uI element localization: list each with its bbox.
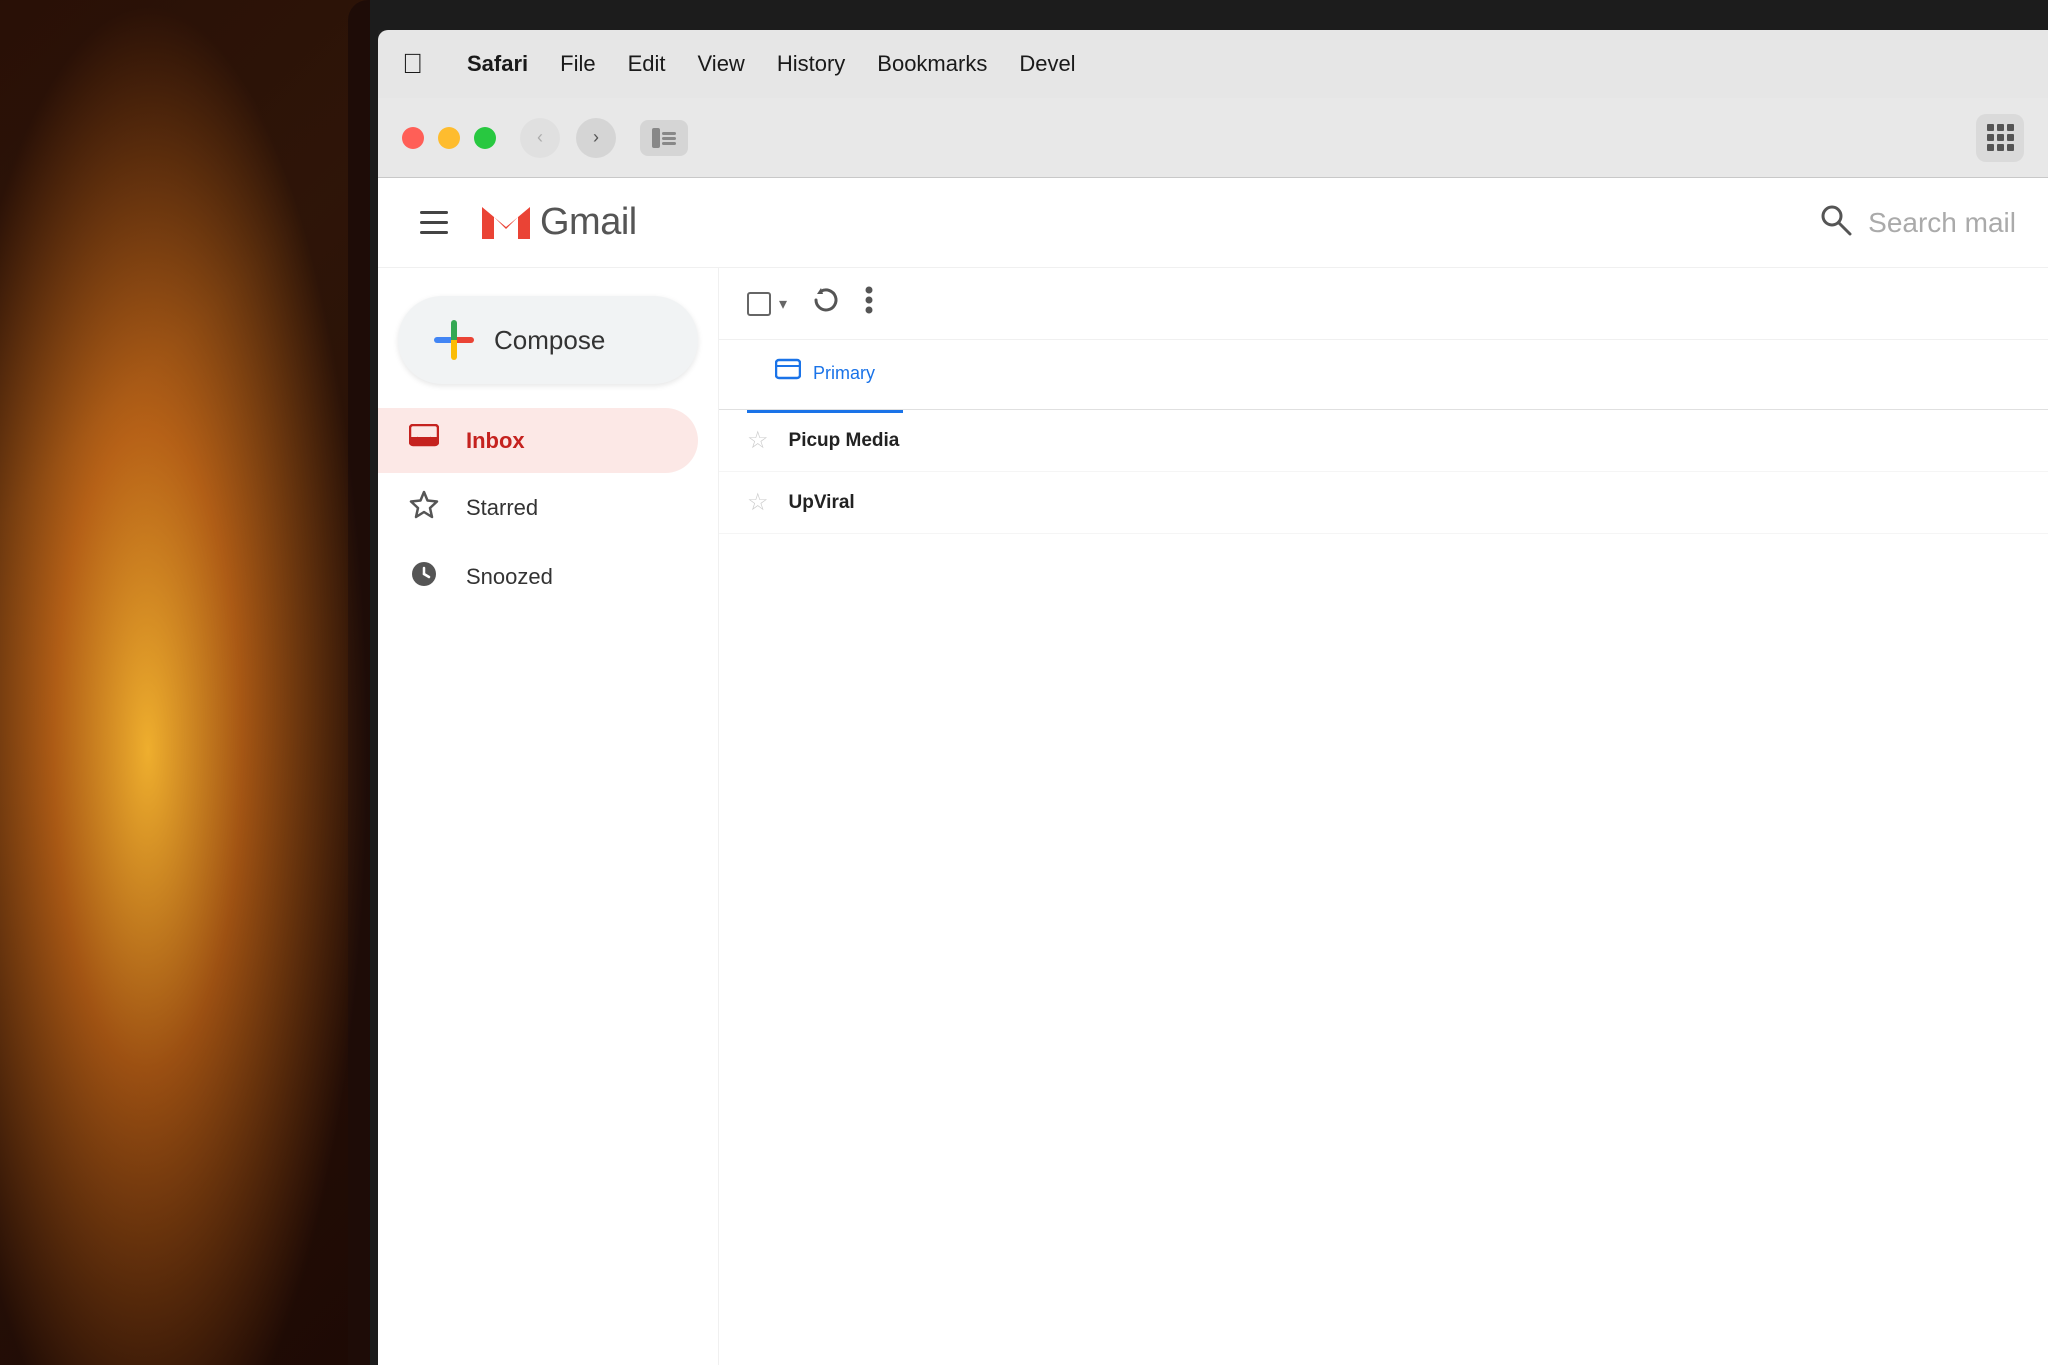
- browser-toolbar: ‹ ›: [378, 98, 2048, 178]
- email-row[interactable]: ☆ UpViral: [719, 472, 2048, 534]
- sidebar-item-snoozed[interactable]: Snoozed: [378, 542, 698, 611]
- hamburger-line: [420, 211, 448, 214]
- compose-label: Compose: [494, 325, 605, 356]
- refresh-button[interactable]: [811, 285, 841, 322]
- gmail-header: Gmail Search mail: [378, 178, 2048, 268]
- gmail-body: Compose Inbox: [378, 268, 2048, 1365]
- primary-tab-icon: [775, 357, 801, 390]
- menu-devel[interactable]: Devel: [1003, 45, 1091, 83]
- hamburger-line: [420, 231, 448, 234]
- select-all-checkbox[interactable]: ▾: [747, 292, 787, 316]
- email-sender: UpViral: [789, 492, 969, 514]
- email-rows: ☆ Picup Media ☆ UpViral: [719, 410, 2048, 534]
- inbox-label: Inbox: [466, 428, 525, 454]
- hamburger-menu-button[interactable]: [410, 197, 462, 249]
- email-sender: Picup Media: [789, 430, 969, 452]
- sidebar-item-starred[interactable]: Starred: [378, 473, 698, 542]
- clock-icon: [406, 558, 442, 595]
- macos-menubar:  Safari File Edit View History Bookmark…: [378, 30, 2048, 98]
- back-button[interactable]: ‹: [520, 118, 560, 158]
- blur-overlay: [0, 0, 370, 1365]
- browser-window: ‹ ›: [378, 98, 2048, 1365]
- apps-grid-button[interactable]: [1976, 114, 2024, 162]
- menu-history[interactable]: History: [761, 45, 861, 83]
- checkbox-dropdown-icon[interactable]: ▾: [779, 294, 787, 314]
- email-star-icon[interactable]: ☆: [747, 426, 769, 455]
- tab-primary[interactable]: Primary: [747, 337, 903, 413]
- menu-view[interactable]: View: [682, 45, 761, 83]
- email-row[interactable]: ☆ Picup Media: [719, 410, 2048, 472]
- category-tabs: Primary: [719, 340, 2048, 410]
- gmail-wordmark: Gmail: [540, 201, 637, 244]
- email-star-icon[interactable]: ☆: [747, 488, 769, 517]
- fullscreen-button[interactable]: [474, 127, 496, 149]
- gmail-sidebar: Compose Inbox: [378, 268, 718, 1365]
- apple-logo-icon[interactable]: : [402, 48, 423, 80]
- forward-icon: ›: [593, 127, 599, 148]
- star-icon: [406, 489, 442, 526]
- sidebar-toggle-button[interactable]: [640, 120, 688, 156]
- compose-button[interactable]: Compose: [398, 296, 698, 384]
- checkbox-icon: [747, 292, 771, 316]
- gmail-logo: Gmail: [478, 201, 637, 245]
- email-list-area: ▾: [718, 268, 2048, 1365]
- back-icon: ‹: [537, 127, 543, 148]
- sidebar-item-inbox[interactable]: Inbox: [378, 408, 698, 473]
- minimize-button[interactable]: [438, 127, 460, 149]
- close-button[interactable]: [402, 127, 424, 149]
- sidebar-toggle-icon: [652, 128, 676, 148]
- compose-plus-icon: [434, 320, 474, 360]
- gmail-m-icon: [478, 201, 534, 245]
- inbox-icon: [406, 424, 442, 457]
- primary-tab-label: Primary: [813, 363, 875, 384]
- email-toolbar: ▾: [719, 268, 2048, 340]
- menu-safari[interactable]: Safari: [451, 45, 544, 83]
- gmail-search-area[interactable]: Search mail: [1818, 202, 2016, 244]
- hamburger-line: [420, 221, 448, 224]
- screen-bezel:  Safari File Edit View History Bookmark…: [378, 30, 2048, 1365]
- grid-dots-icon: [1987, 124, 2014, 151]
- gmail-content: Gmail Search mail: [378, 178, 2048, 1365]
- more-options-button[interactable]: [865, 286, 873, 321]
- menu-bookmarks[interactable]: Bookmarks: [861, 45, 1003, 83]
- laptop-frame:  Safari File Edit View History Bookmark…: [348, 0, 2048, 1365]
- traffic-lights: [402, 127, 496, 149]
- search-icon: [1818, 202, 1852, 244]
- forward-button[interactable]: ›: [576, 118, 616, 158]
- search-mail-placeholder[interactable]: Search mail: [1868, 207, 2016, 239]
- snoozed-label: Snoozed: [466, 564, 553, 590]
- starred-label: Starred: [466, 495, 538, 521]
- menu-edit[interactable]: Edit: [612, 45, 682, 83]
- menu-file[interactable]: File: [544, 45, 611, 83]
